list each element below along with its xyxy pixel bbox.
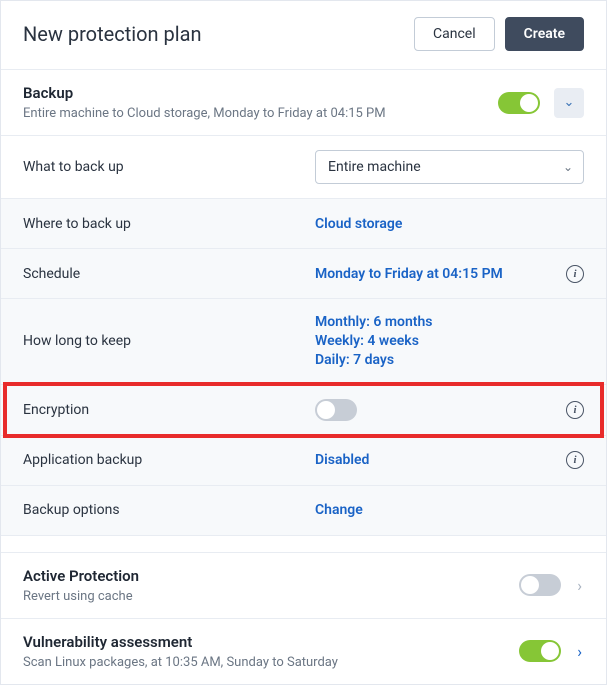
retention-weekly: Weekly: 4 weeks <box>315 332 584 351</box>
vulnerability-toggle[interactable] <box>519 640 561 662</box>
info-icon[interactable]: i <box>566 401 584 419</box>
vulnerability-title: Vulnerability assessment <box>23 633 519 651</box>
retention-monthly: Monthly: 6 months <box>315 313 584 332</box>
retention-label: How long to keep <box>23 333 315 349</box>
row-schedule: Schedule Monday to Friday at 04:15 PM i <box>1 249 606 299</box>
info-icon[interactable]: i <box>566 451 584 469</box>
row-application-backup: Application backup Disabled i <box>1 436 606 486</box>
row-backup-options: Backup options Change <box>1 486 606 536</box>
header-actions: Cancel Create <box>414 17 584 51</box>
page-title: New protection plan <box>23 22 202 46</box>
cancel-button[interactable]: Cancel <box>414 17 495 51</box>
what-select-value: Entire machine <box>328 159 421 175</box>
chevron-down-icon: ⌄ <box>563 160 573 174</box>
chevron-right-icon[interactable]: › <box>575 576 584 595</box>
what-label: What to back up <box>23 159 315 175</box>
retention-value[interactable]: Monthly: 6 months Weekly: 4 weeks Daily:… <box>315 313 584 370</box>
active-protection-title: Active Protection <box>23 567 519 585</box>
vulnerability-summary: Scan Linux packages, at 10:35 AM, Sunday… <box>23 655 519 670</box>
section-gap <box>1 536 606 552</box>
active-protection-toggle[interactable] <box>519 574 561 596</box>
backup-expand-button[interactable]: ⌄ <box>554 88 584 118</box>
backup-section-summary: Entire machine to Cloud storage, Monday … <box>23 106 498 121</box>
row-where-to-back-up: Where to back up Cloud storage <box>1 199 606 249</box>
create-button[interactable]: Create <box>505 17 584 51</box>
appbackup-label: Application backup <box>23 452 315 468</box>
encryption-toggle[interactable] <box>315 399 357 421</box>
row-what-to-back-up: What to back up Entire machine ⌄ <box>1 136 606 199</box>
vulnerability-section: Vulnerability assessment Scan Linux pack… <box>1 619 606 684</box>
where-label: Where to back up <box>23 216 315 232</box>
schedule-label: Schedule <box>23 266 315 282</box>
options-label: Backup options <box>23 502 315 518</box>
what-select[interactable]: Entire machine ⌄ <box>315 150 584 184</box>
encryption-label: Encryption <box>23 402 315 418</box>
header: New protection plan Cancel Create <box>1 1 606 70</box>
active-protection-summary: Revert using cache <box>23 589 519 604</box>
row-retention: How long to keep Monthly: 6 months Weekl… <box>1 299 606 385</box>
row-encryption: Encryption i <box>1 385 606 436</box>
options-value[interactable]: Change <box>315 502 584 518</box>
info-icon[interactable]: i <box>566 265 584 283</box>
schedule-value[interactable]: Monday to Friday at 04:15 PM <box>315 266 566 282</box>
chevron-down-icon: ⌄ <box>564 95 575 110</box>
chevron-right-icon[interactable]: › <box>575 642 584 661</box>
where-value[interactable]: Cloud storage <box>315 216 584 232</box>
retention-daily: Daily: 7 days <box>315 351 584 370</box>
active-protection-section: Active Protection Revert using cache › <box>1 552 606 619</box>
protection-plan-panel: New protection plan Cancel Create Backup… <box>0 0 607 685</box>
appbackup-value[interactable]: Disabled <box>315 452 566 468</box>
backup-toggle[interactable] <box>498 92 540 114</box>
backup-section: Backup Entire machine to Cloud storage, … <box>1 70 606 136</box>
backup-section-title: Backup <box>23 84 498 102</box>
backup-section-meta: Backup Entire machine to Cloud storage, … <box>23 84 498 121</box>
